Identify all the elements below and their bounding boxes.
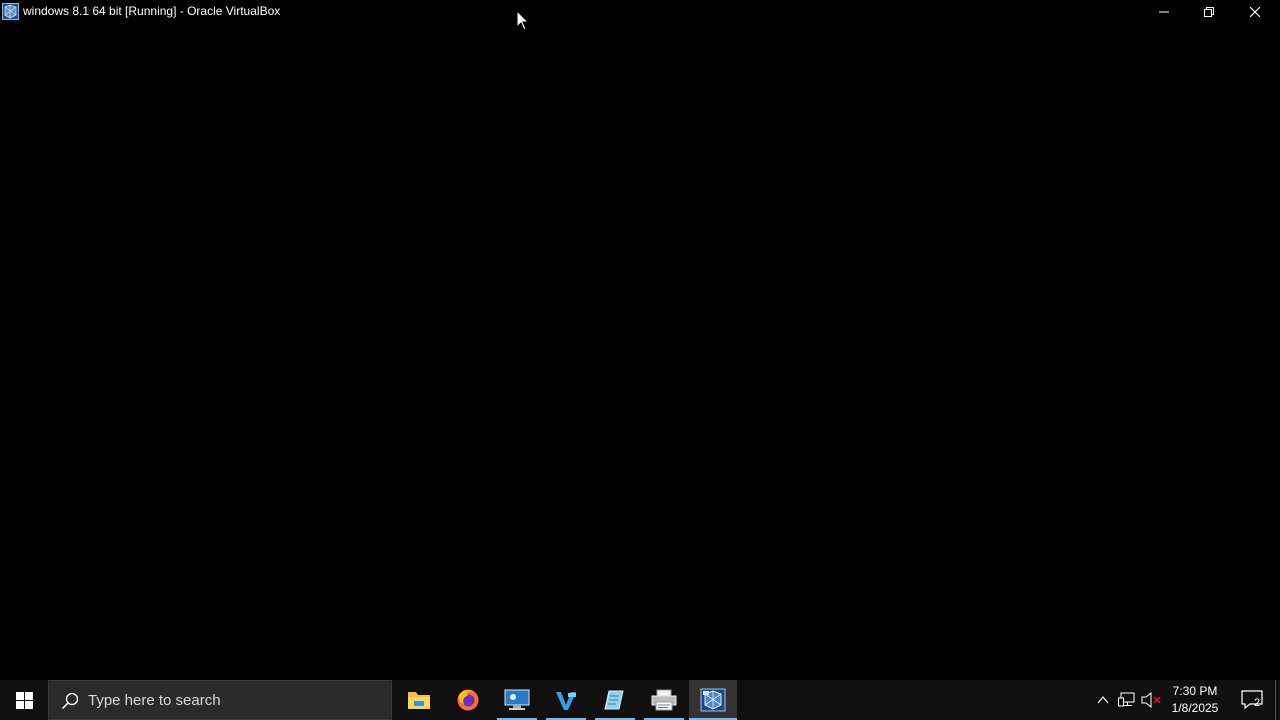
notepad-icon <box>604 690 624 710</box>
start-button[interactable] <box>0 680 48 720</box>
taskbar-app-notepad[interactable] <box>591 680 639 720</box>
firefox-icon <box>457 689 479 711</box>
visual-studio-icon <box>556 692 576 710</box>
restore-icon <box>1204 7 1214 17</box>
restore-button[interactable] <box>1186 0 1232 24</box>
taskbar-app-file-explorer[interactable] <box>395 680 443 720</box>
taskbar-app-visual-studio[interactable] <box>542 680 590 720</box>
minimize-icon <box>1159 11 1169 13</box>
clock-time: 7:30 PM <box>1172 684 1218 698</box>
close-button[interactable] <box>1232 0 1278 24</box>
window-title-bar[interactable]: windows 8.1 64 bit [Running] - Oracle Vi… <box>0 0 1280 24</box>
mouse-cursor-icon <box>516 10 530 31</box>
clock-date: 1/8/2025 <box>1171 701 1219 715</box>
search-box[interactable]: Type here to search <box>48 680 392 720</box>
chevron-up-icon <box>1097 696 1109 704</box>
taskbar-app-remote-desktop[interactable] <box>493 680 541 720</box>
taskbar-clock[interactable]: 7:30 PM 1/8/2025 <box>1164 683 1226 719</box>
window-title: windows 8.1 64 bit [Running] - Oracle Vi… <box>23 4 281 18</box>
virtualbox-icon <box>2 3 19 20</box>
taskbar: Type here to search 7:30 PM 1/8/2025 2 <box>0 680 1280 720</box>
show-desktop-button[interactable] <box>1275 680 1280 720</box>
taskbar-app-firefox[interactable] <box>444 680 492 720</box>
tray-overflow-button[interactable] <box>1091 680 1115 720</box>
virtualbox-icon <box>700 688 726 712</box>
printer-icon <box>651 689 677 711</box>
search-icon <box>61 692 79 710</box>
notification-count-badge: 2 <box>1254 697 1261 709</box>
windows-logo-icon <box>15 691 33 709</box>
vm-display[interactable] <box>0 24 1280 680</box>
action-center-button[interactable]: 2 <box>1234 680 1270 720</box>
folder-icon <box>408 692 430 709</box>
search-placeholder: Type here to search <box>88 692 221 709</box>
tray-volume-button[interactable] <box>1139 680 1163 720</box>
tray-network-button[interactable] <box>1115 680 1139 720</box>
monitor-icon <box>504 689 530 710</box>
taskbar-app-virtualbox[interactable] <box>689 680 737 720</box>
network-icon <box>1118 692 1135 707</box>
close-icon <box>1250 7 1260 17</box>
volume-muted-icon <box>1141 692 1161 708</box>
minimize-button[interactable] <box>1141 0 1187 24</box>
taskbar-app-printer[interactable] <box>640 680 688 720</box>
